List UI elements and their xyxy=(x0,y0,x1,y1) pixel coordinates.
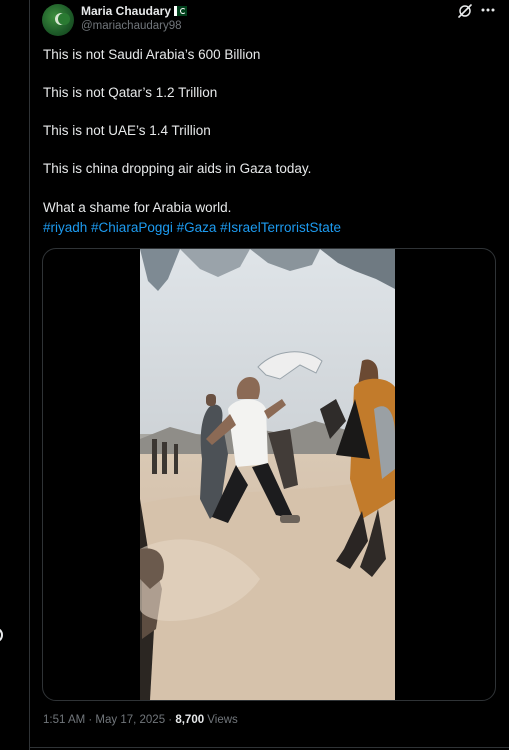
hashtag-link[interactable]: #ChiaraPoggi xyxy=(91,220,173,235)
post-line: What a shame for Arabia world. xyxy=(43,200,232,215)
post-line: This is not Qatar’s 1.2 Trillion xyxy=(43,85,218,100)
hashtag-link[interactable]: #IsraelTerroristState xyxy=(220,220,341,235)
grok-icon[interactable] xyxy=(457,3,473,19)
video-player[interactable] xyxy=(140,249,395,700)
views-count: 8,700 xyxy=(175,714,205,726)
author-name-row[interactable]: Maria Chaudary xyxy=(81,4,188,18)
video-frame xyxy=(140,249,395,700)
post-bottom-divider xyxy=(29,747,509,748)
post-timestamp[interactable]: 1:51 AM · May 17, 2025 · xyxy=(43,714,175,726)
media-frame[interactable] xyxy=(42,248,496,701)
author-handle[interactable]: @mariachaudary98 xyxy=(81,20,182,32)
timeline-divider xyxy=(29,0,30,750)
views-label: Views xyxy=(204,714,238,726)
hashtag-link[interactable]: #riyadh xyxy=(43,220,87,235)
post-line: This is china dropping air aids in Gaza … xyxy=(43,161,312,176)
more-icon[interactable] xyxy=(480,2,496,18)
post-line: This is not UAE’s 1.4 Trillion xyxy=(43,123,211,138)
author-display-name[interactable]: Maria Chaudary xyxy=(81,4,171,18)
hashtag-row: #riyadh #ChiaraPoggi #Gaza #IsraelTerror… xyxy=(43,218,341,237)
edge-ring-icon xyxy=(0,628,3,642)
post-meta: 1:51 AM · May 17, 2025 · 8,700 Views xyxy=(43,714,238,726)
pakistan-flag-icon xyxy=(174,6,188,16)
avatar[interactable] xyxy=(42,4,74,36)
avatar-crescent-cut xyxy=(58,13,70,25)
hashtag-link[interactable]: #Gaza xyxy=(177,220,217,235)
post-line: This is not Saudi Arabia’s 600 Billion xyxy=(43,47,261,62)
